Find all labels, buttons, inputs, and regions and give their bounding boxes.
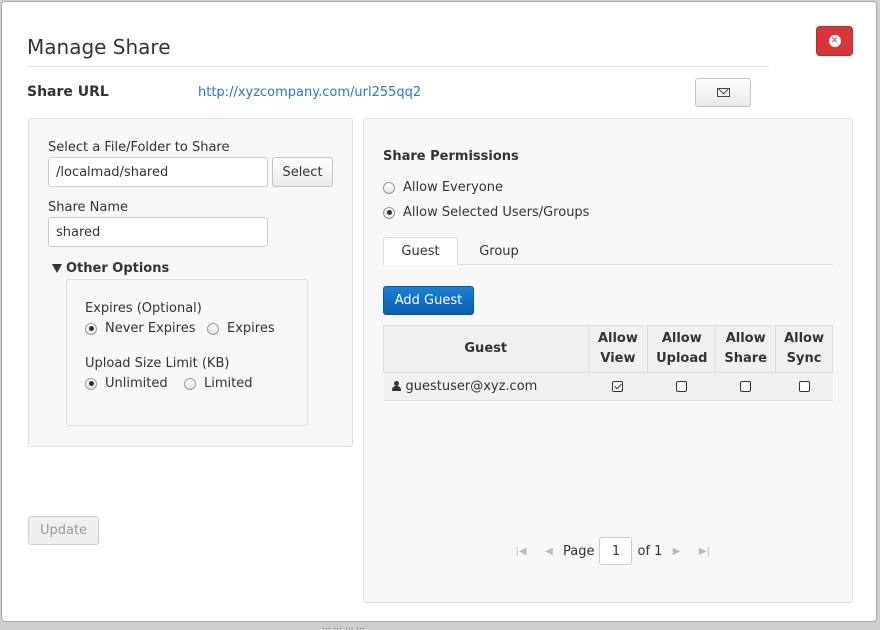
share-name-label: Share Name [48,200,128,215]
radio-never-expires[interactable]: Never Expires [85,321,196,336]
previous-page-icon[interactable]: ◀ [535,546,563,557]
allow-upload-cell [647,372,716,401]
first-page-icon[interactable]: |◀ [507,546,535,557]
share-url-label: Share URL [27,84,109,100]
header-guest[interactable]: Guest [383,325,589,373]
last-page-icon[interactable]: ▶| [690,546,718,557]
header-allow-share[interactable]: Allow Share [715,325,777,373]
other-options-label: Other Options [66,261,170,276]
select-file-button[interactable]: Select [272,157,333,187]
guest-email-cell: guestuser@xyz.com [383,372,588,401]
close-button[interactable]: ✕ [816,26,853,56]
tab-guest[interactable]: Guest [383,237,458,265]
header-allow-sync[interactable]: Allow Sync [775,325,833,373]
allow-view-checkbox[interactable] [612,381,624,392]
radio-allow-everyone[interactable]: Allow Everyone [383,180,503,195]
envelope-icon [716,88,730,97]
radio-limited[interactable]: Limited [184,376,252,391]
email-share-button[interactable] [695,78,751,107]
share-url-link[interactable]: http://xyzcompany.com/url255qq2 [198,85,421,100]
pagination: |◀ ◀ Page 1 of 1 ▶ ▶| [507,537,718,565]
update-button[interactable]: Update [28,516,99,545]
radio-expires[interactable]: Expires [207,321,275,336]
page-number-input[interactable]: 1 [599,537,633,565]
allow-view-cell [588,372,648,401]
close-icon: ✕ [828,35,841,47]
dialog-title: Manage Share [27,35,171,59]
radio-icon [207,322,219,335]
radio-icon [85,322,97,335]
upload-limit-label: Upload Size Limit (KB) [85,356,230,371]
guest-permissions-table: Guest Allow View Allow Upload Allow Share A… [383,325,833,401]
radio-icon [184,377,196,390]
page-label: Page [563,543,595,559]
file-path-input[interactable]: /localmad/shared [48,157,268,187]
page-count-label: of 1 [637,543,663,559]
radio-icon [383,181,395,194]
next-page-icon[interactable]: ▶ [662,546,690,557]
header-allow-view[interactable]: Allow View [587,325,649,373]
title-divider [27,66,769,67]
table-row[interactable]: guestuser@xyz.com [383,372,833,401]
allow-share-checkbox[interactable] [740,381,752,392]
background-footer-text: ... ... ... ... [322,622,365,630]
other-options-toggle[interactable]: Other Options [52,261,169,276]
file-folder-label: Select a File/Folder to Share [48,140,230,155]
allow-upload-checkbox[interactable] [676,381,688,392]
allow-sync-cell [775,372,833,401]
add-guest-button[interactable]: Add Guest [383,286,474,315]
share-name-input[interactable]: shared [48,217,268,247]
radio-allow-selected[interactable]: Allow Selected Users/Groups [383,205,589,220]
tab-group[interactable]: Group [466,237,532,265]
triangle-down-icon [52,264,62,273]
allow-sync-checkbox[interactable] [798,381,810,392]
share-permissions-title: Share Permissions [383,149,519,164]
radio-icon [383,206,395,219]
header-allow-upload[interactable]: Allow Upload [647,325,717,373]
user-icon [391,381,401,391]
radio-unlimited[interactable]: Unlimited [85,376,168,391]
expires-label: Expires (Optional) [85,301,202,316]
allow-share-cell [715,372,776,401]
radio-icon [85,377,97,390]
